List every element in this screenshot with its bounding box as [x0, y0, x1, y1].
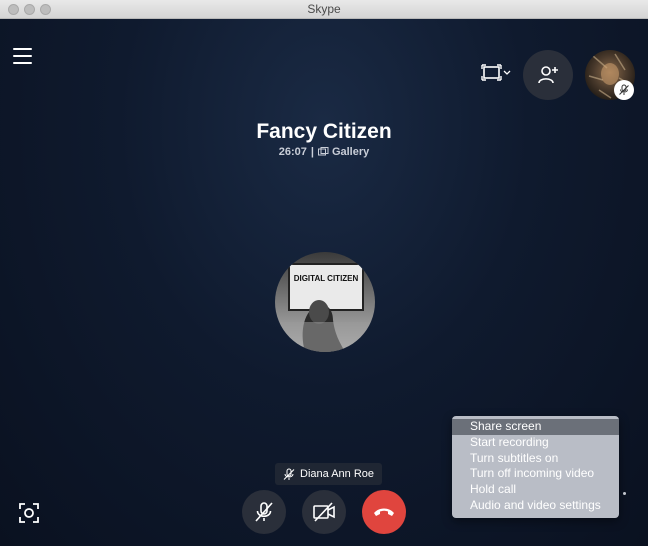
add-person-icon: [538, 66, 558, 84]
participant-name-chip: Diana Ann Roe: [275, 463, 382, 485]
video-toggle-button[interactable]: [302, 490, 346, 534]
menu-item-hold-call[interactable]: Hold call: [452, 482, 619, 498]
view-mode-label: Gallery: [331, 146, 370, 158]
layout-switch-icon: [481, 64, 511, 81]
menu-item-turn-subtitles-on[interactable]: Turn subtitles on: [452, 451, 619, 467]
gallery-view-toggle[interactable]: Gallery: [317, 146, 370, 158]
more-options-menu: Share screen Start recording Turn subtit…: [452, 416, 619, 518]
call-title: Fancy Citizen: [256, 120, 392, 143]
participant-avatar: DIGITAL CITIZEN: [275, 252, 375, 352]
participant-name: Diana Ann Roe: [300, 468, 374, 480]
call-stage: Fancy Citizen 26:07 | Gallery DIGITAL CITI…: [0, 19, 648, 546]
title-bar: Skype: [0, 0, 648, 19]
menu-item-audio-video-settings[interactable]: Audio and video settings: [452, 498, 619, 514]
gallery-icon: [317, 147, 329, 156]
participant-avatar-image: DIGITAL CITIZEN: [275, 252, 375, 352]
mic-off-icon: [619, 84, 629, 95]
mic-off-icon: [255, 502, 273, 522]
menu-item-turn-off-incoming-video[interactable]: Turn off incoming video: [452, 466, 619, 482]
menu-item-share-screen[interactable]: Share screen: [452, 419, 619, 435]
menu-item-start-recording[interactable]: Start recording: [452, 435, 619, 451]
hang-up-button[interactable]: [362, 490, 406, 534]
call-duration: 26:07: [278, 146, 307, 158]
skype-window: Skype Fancy Citizen 26:07 | Gallery DIGI…: [0, 0, 648, 546]
hamburger-icon[interactable]: [13, 48, 33, 64]
call-meta: 26:07 | Gallery: [0, 146, 648, 158]
phone-hangup-icon: [374, 508, 394, 516]
window-title: Skype: [307, 2, 341, 16]
video-off-icon: [313, 502, 335, 522]
snapshot-icon: [19, 503, 39, 523]
layout-switch-button[interactable]: [480, 64, 514, 86]
mic-off-icon: [283, 468, 295, 480]
add-people-button[interactable]: [523, 50, 573, 100]
avatar-caption: DIGITAL CITIZEN: [294, 274, 359, 283]
meta-separator: |: [310, 146, 314, 158]
snapshot-button[interactable]: [18, 502, 40, 524]
mute-button[interactable]: [242, 490, 286, 534]
more-options-icon[interactable]: [623, 492, 626, 495]
self-mic-off-badge: [614, 80, 634, 100]
